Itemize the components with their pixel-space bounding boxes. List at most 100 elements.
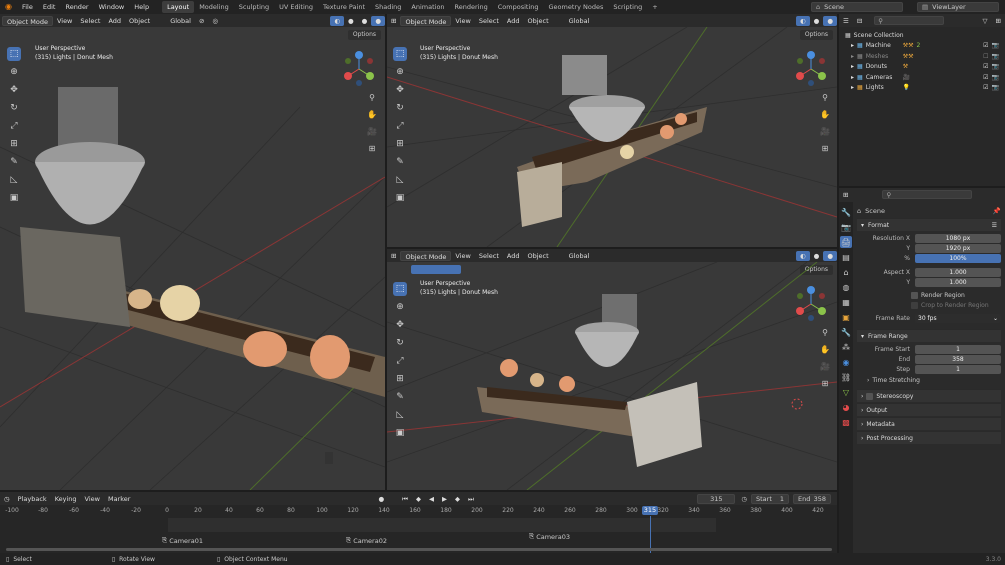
texture-tab-icon[interactable]: ▩ (840, 416, 852, 428)
render-tab-icon[interactable]: 📷 (840, 221, 852, 233)
scene-selector[interactable]: ⌂ Scene (811, 2, 903, 12)
timeline-track-area[interactable] (168, 518, 716, 532)
scene-collection-row[interactable]: ▦ Scene Collection (845, 30, 999, 41)
editor-type-icon[interactable]: ⊞ (839, 190, 852, 200)
modifier-tab-icon[interactable]: 🔧 (840, 326, 852, 338)
tab-animation[interactable]: Animation (406, 1, 449, 13)
exclude-checkbox[interactable]: ☑ (983, 84, 988, 91)
annotate-tool-icon[interactable]: ✎ (7, 155, 21, 169)
outliner-item-meshes[interactable]: ▸ ▦ Meshes ⚒⚒ ☐ 📷 (845, 51, 999, 62)
transform-tool-icon[interactable]: ⊞ (393, 137, 407, 151)
timeline-ruler[interactable]: -100 -80 -60 -40 -20 0 20 40 60 80 100 1… (0, 506, 837, 517)
frame-rate-dropdown[interactable]: 30 fps ⌄ (915, 313, 1001, 323)
pan-hand-icon[interactable]: ✋ (819, 108, 831, 120)
camera-view-icon[interactable]: 🎥 (366, 125, 378, 137)
render-region-row[interactable]: Render Region (857, 290, 1001, 300)
add-menu[interactable]: Add (503, 251, 524, 261)
select-box-tool-icon[interactable]: ⬚ (393, 282, 407, 296)
scale-tool-icon[interactable]: ⤢ (7, 119, 21, 133)
viewport-top-right[interactable]: ⊞ Object Mode View Select Add Object Glo… (387, 14, 837, 247)
shading-material-icon[interactable]: ● (358, 16, 372, 26)
view-layer-selector[interactable]: ▤ ViewLayer (917, 2, 999, 12)
snap-icon[interactable]: ⊘ (195, 16, 208, 26)
time-stretching-subpanel[interactable]: › Time Stretching (857, 374, 1001, 387)
view-menu[interactable]: View (53, 16, 76, 26)
record-button[interactable]: ● (374, 494, 388, 504)
editor-type-icon[interactable]: ⊞ (387, 251, 400, 261)
frame-end-field[interactable]: 358 (915, 354, 1001, 364)
add-cube-tool-icon[interactable]: ▣ (393, 426, 407, 440)
resolution-y-field[interactable]: 1920 px (915, 243, 1001, 253)
world-tab-icon[interactable]: ◍ (840, 281, 852, 293)
output-panel-header[interactable]: › Output (857, 403, 1001, 416)
stereoscopy-panel-header[interactable]: › Stereoscopy (857, 389, 1001, 402)
exclude-checkbox[interactable]: ☑ (983, 42, 988, 49)
pan-hand-icon[interactable]: ✋ (819, 343, 831, 355)
exclude-checkbox[interactable]: ☐ (983, 53, 988, 60)
proportional-icon[interactable]: ◎ (208, 16, 222, 26)
crop-region-row[interactable]: Crop to Render Region (857, 300, 1001, 310)
output-tab-icon[interactable]: 🖨 (840, 236, 852, 248)
next-keyframe-icon[interactable]: ◆ (451, 494, 464, 504)
current-frame-field[interactable]: 315 (697, 493, 736, 504)
frame-start-field[interactable]: 1 (915, 344, 1001, 354)
select-menu[interactable]: Select (76, 16, 104, 26)
overlay-icon[interactable]: ◐ (795, 250, 810, 261)
shading-solid-icon[interactable]: ● (344, 16, 358, 26)
tab-layout[interactable]: Layout (162, 1, 195, 13)
material-tab-icon[interactable]: ◕ (840, 401, 852, 413)
exclude-checkbox[interactable]: ☑ (983, 63, 988, 70)
play-reverse-icon[interactable]: ◀ (425, 494, 438, 504)
menu-help[interactable]: Help (129, 0, 154, 14)
exclude-checkbox[interactable]: ☑ (983, 74, 988, 81)
add-menu[interactable]: Add (503, 16, 524, 26)
post-processing-panel-header[interactable]: › Post Processing (857, 431, 1001, 444)
zoom-icon[interactable]: ⚲ (819, 326, 831, 338)
tab-compositing[interactable]: Compositing (493, 1, 544, 13)
pin-icon[interactable]: 📌 (993, 207, 1001, 215)
object-menu[interactable]: Object (524, 251, 553, 261)
view-menu[interactable]: View (451, 16, 474, 26)
constraints-tab-icon[interactable]: ⛓ (840, 371, 852, 383)
camera-visibility-icon[interactable]: 📷 (992, 63, 999, 70)
stereoscopy-checkbox[interactable] (866, 392, 874, 400)
transform-tool-icon[interactable]: ⊞ (393, 372, 407, 386)
metadata-panel-header[interactable]: › Metadata (857, 417, 1001, 430)
tab-rendering[interactable]: Rendering (450, 1, 493, 13)
outliner-item-lights[interactable]: ▸ ▦ Lights 💡 ☑ 📷 (845, 83, 999, 94)
editor-type-icon[interactable]: ☰ (839, 16, 853, 26)
measure-tool-icon[interactable]: ◺ (7, 173, 21, 187)
tool-tab-icon[interactable]: 🔧 (840, 206, 852, 218)
tab-scripting[interactable]: Scripting (608, 1, 647, 13)
shading-solid-icon[interactable]: ● (810, 16, 824, 26)
viewport-left[interactable]: Object Mode View Select Add Object Globa… (0, 14, 385, 490)
display-mode-icon[interactable]: ⊟ (853, 16, 866, 26)
menu-edit[interactable]: Edit (38, 0, 61, 14)
keying-menu[interactable]: Keying (51, 494, 81, 504)
annotate-tool-icon[interactable]: ✎ (393, 390, 407, 404)
expand-arrow-icon[interactable]: ▸ (851, 74, 854, 81)
playback-menu[interactable]: Playback (14, 494, 51, 504)
navigation-gizmo[interactable] (792, 284, 830, 324)
overlay-icon[interactable]: ◐ (795, 15, 810, 26)
play-icon[interactable]: ▶ (438, 494, 451, 504)
tab-shading[interactable]: Shading (370, 1, 406, 13)
scene-tab-icon[interactable]: ⌂ (840, 266, 852, 278)
scale-tool-icon[interactable]: ⤢ (393, 119, 407, 133)
select-menu[interactable]: Select (475, 16, 503, 26)
zoom-icon[interactable]: ⚲ (819, 91, 831, 103)
aspect-x-field[interactable]: 1.000 (915, 267, 1001, 277)
shading-rendered-icon[interactable]: ● (371, 15, 385, 26)
physics-tab-icon[interactable]: ◉ (840, 356, 852, 368)
object-menu[interactable]: Object (125, 16, 154, 26)
expand-arrow-icon[interactable]: ▸ (851, 84, 854, 91)
jump-start-icon[interactable]: ⏮ (398, 494, 412, 504)
shading-solid-icon[interactable]: ● (810, 251, 824, 261)
data-tab-icon[interactable]: ▽ (840, 386, 852, 398)
view-mini-toolbar[interactable] (411, 265, 461, 274)
resolution-percent-slider[interactable]: 100% (915, 253, 1001, 263)
collection-tab-icon[interactable]: ▦ (840, 296, 852, 308)
transform-tool-icon[interactable]: ⊞ (7, 137, 21, 151)
object-menu[interactable]: Object (524, 16, 553, 26)
select-menu[interactable]: Select (475, 251, 503, 261)
